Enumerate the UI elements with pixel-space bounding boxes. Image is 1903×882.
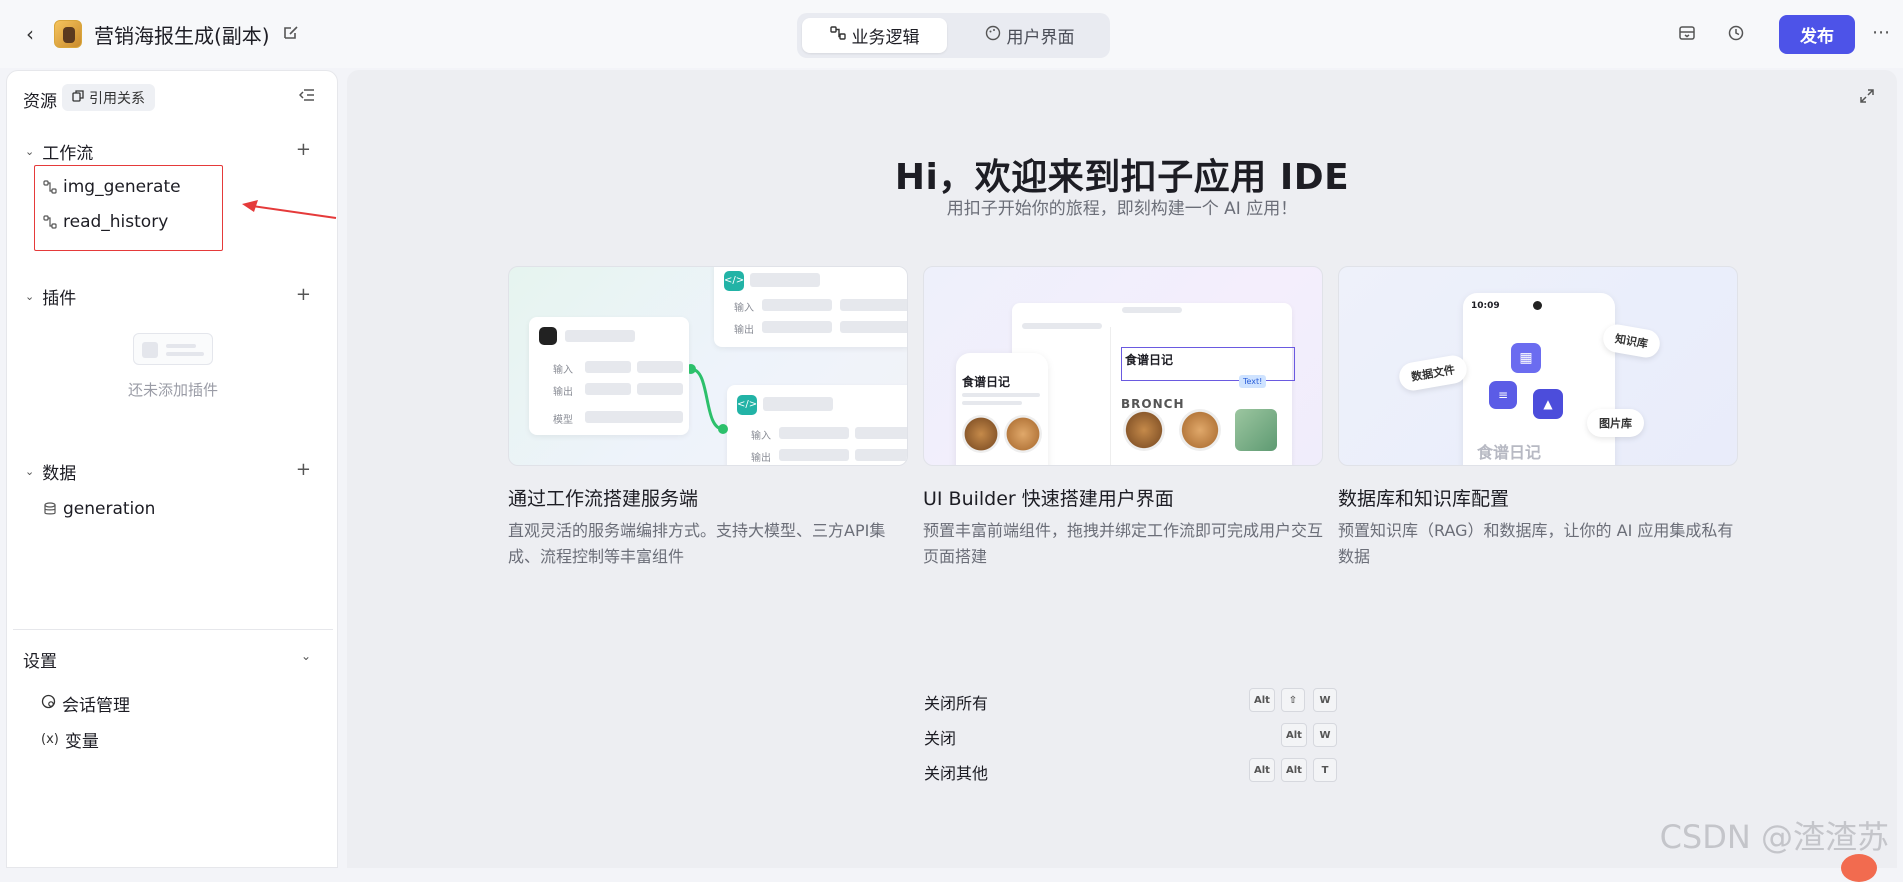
- data-illustration: 10:09 ▦ ≡ ▲ 食谱日记 知识库 数据文件 图片库: [1338, 266, 1738, 466]
- plugins-section-header[interactable]: ⌄ 插件: [25, 284, 76, 309]
- variable-icon: (x): [41, 732, 59, 747]
- add-workflow-button[interactable]: +: [296, 139, 311, 160]
- top-bar: ‹ 营销海报生成(副本) 业务逻辑 用户界面 发布 ⋯: [0, 0, 1903, 68]
- settings-item-variable[interactable]: (x) 变量: [41, 727, 99, 752]
- welcome-title: Hi，欢迎来到扣子应用 IDE: [894, 157, 1350, 198]
- collapse-sidebar-icon[interactable]: [298, 88, 315, 106]
- shortcut-key: Alt: [1281, 723, 1307, 747]
- settings-item-session[interactable]: 会话管理: [41, 691, 130, 716]
- workflow-item[interactable]: read_history: [43, 212, 168, 232]
- reference-chip-label: 引用关系: [89, 90, 145, 107]
- card-description: 预置丰富前端组件，拖拽并绑定工作流即可完成用户交互页面搭建: [923, 521, 1324, 566]
- settings-item-label: 会话管理: [62, 696, 130, 716]
- shortcut-key: ⇧: [1281, 688, 1305, 712]
- workflow-section-header[interactable]: ⌄ 工作流: [25, 139, 93, 164]
- shortcut-row: 关闭其他 Alt Alt T: [924, 758, 1337, 784]
- tab-label: 用户界面: [1006, 28, 1075, 48]
- copy-icon: [72, 89, 84, 106]
- chevron-down-icon: ⌄: [25, 465, 35, 478]
- edit-icon[interactable]: [282, 24, 302, 44]
- annotation-arrow-icon: [242, 200, 337, 219]
- main-canvas: Hi，欢迎来到扣子应用 IDE 用扣子开始你的旅程，即刻构建一个 AI 应用！ …: [347, 70, 1897, 882]
- tab-business-logic[interactable]: 业务逻辑: [802, 18, 947, 53]
- chevron-down-icon[interactable]: ⌄: [301, 649, 311, 663]
- add-data-button[interactable]: +: [296, 459, 311, 480]
- shortcut-key: Alt: [1249, 688, 1275, 712]
- shortcut-row: 关闭所有 Alt ⇧ W: [924, 688, 1337, 714]
- chat-settings-icon: [41, 694, 56, 713]
- ui-builder-illustration: 食谱日记 Text! BRONCH 食谱日记: [923, 266, 1323, 466]
- data-item[interactable]: generation: [43, 499, 155, 519]
- data-section-header[interactable]: ⌄ 数据: [25, 459, 76, 484]
- workflow-icon: [43, 180, 57, 194]
- add-plugin-button[interactable]: +: [296, 284, 311, 305]
- shortcut-label: 关闭所有: [924, 694, 989, 713]
- welcome-subtitle: 用扣子开始你的旅程，即刻构建一个 AI 应用！: [946, 199, 1298, 219]
- card-description: 直观灵活的服务端编排方式。支持大模型、三方API集成、流程控制等丰富组件: [508, 521, 886, 566]
- workflow-item-label: img_generate: [63, 177, 181, 197]
- divider: [13, 629, 333, 630]
- tab-user-interface[interactable]: 用户界面: [957, 18, 1102, 53]
- floating-assistant-button[interactable]: [1841, 854, 1877, 882]
- view-switcher: 业务逻辑 用户界面: [797, 13, 1110, 58]
- watermark: CSDN @渣渣苏: [1659, 818, 1889, 856]
- section-title: 工作流: [42, 144, 94, 164]
- settings-item-label: 变量: [64, 732, 99, 752]
- back-arrow-icon[interactable]: ‹: [18, 22, 42, 46]
- history-icon[interactable]: [1725, 24, 1747, 46]
- card-title: UI Builder 快速搭建用户界面: [923, 488, 1174, 510]
- shortcut-key: W: [1313, 688, 1337, 712]
- more-options-icon[interactable]: ⋯: [1872, 22, 1890, 43]
- tab-label: 业务逻辑: [851, 28, 920, 48]
- app-title: 营销海报生成(副本): [94, 24, 270, 48]
- card-title: 通过工作流搭建服务端: [508, 488, 699, 510]
- shortcut-key: Alt: [1281, 758, 1307, 782]
- resource-sidebar: 资源 引用关系 ⌄ 工作流 + img_generate read_histor…: [6, 70, 338, 868]
- data-item-label: generation: [63, 499, 156, 519]
- shortcut-key: T: [1313, 758, 1337, 782]
- workflow-item-label: read_history: [63, 212, 169, 232]
- workflow-item[interactable]: img_generate: [43, 177, 181, 197]
- empty-plugin-text: 还未添加插件: [127, 381, 218, 399]
- workflow-illustration: 输入 输出 模型 </> 输入 输出 </> 输入 输出: [508, 266, 908, 466]
- shortcut-label: 关闭其他: [924, 764, 989, 783]
- app-avatar: [54, 20, 82, 48]
- publish-button[interactable]: 发布: [1779, 15, 1855, 54]
- expand-icon[interactable]: [1859, 88, 1875, 108]
- shortcut-key: W: [1313, 723, 1337, 747]
- chevron-down-icon: ⌄: [25, 290, 35, 303]
- chevron-down-icon: ⌄: [25, 145, 35, 158]
- card-description: 预置知识库（RAG）和数据库，让你的 AI 应用集成私有数据: [1338, 521, 1734, 566]
- resources-title: 资源: [23, 92, 57, 112]
- shortcut-key: Alt: [1249, 758, 1275, 782]
- card-title: 数据库和知识库配置: [1338, 488, 1510, 510]
- archive-icon[interactable]: [1676, 24, 1698, 46]
- section-title: 数据: [42, 464, 77, 484]
- palette-icon: [985, 25, 1001, 46]
- shortcut-row: 关闭 Alt W: [924, 723, 1337, 749]
- shortcut-label: 关闭: [924, 729, 957, 748]
- settings-title[interactable]: 设置: [23, 647, 57, 672]
- workflow-icon: [43, 215, 57, 229]
- database-icon: [43, 502, 57, 516]
- reference-relation-button[interactable]: 引用关系: [62, 84, 155, 111]
- section-title: 插件: [42, 289, 77, 309]
- workflow-icon: [829, 25, 846, 46]
- empty-plugin-illustration: [133, 333, 213, 365]
